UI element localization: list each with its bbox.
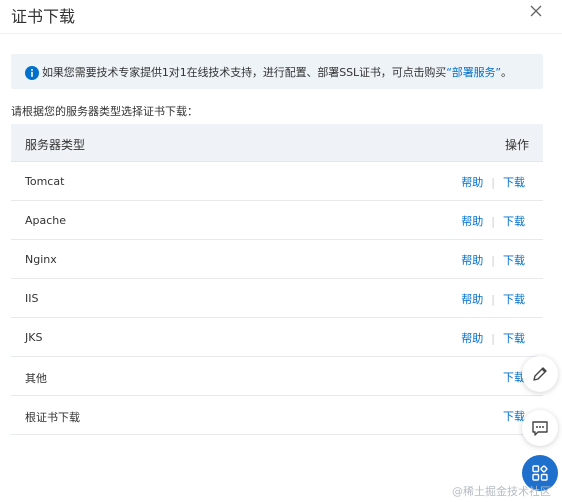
certificate-download-dialog: 证书下载 如果您需要技术专家提供1对1在线技术支持，进行配置、部署SSL证书，可… xyxy=(0,0,562,502)
chat-icon[interactable] xyxy=(522,410,558,446)
header-divider xyxy=(0,33,562,34)
action-separator: | xyxy=(491,254,495,267)
row-actions: 帮助 | 下载 xyxy=(461,252,525,268)
table-row: IIS 帮助 | 下载 xyxy=(11,279,543,318)
info-icon xyxy=(25,65,39,80)
help-link[interactable]: 帮助 xyxy=(461,254,483,267)
server-name: 根证书下载 xyxy=(25,411,80,424)
server-name: Nginx xyxy=(25,253,57,266)
table-row: Tomcat 帮助 | 下载 xyxy=(11,162,543,201)
help-link[interactable]: 帮助 xyxy=(461,293,483,306)
row-actions: 下载 xyxy=(503,408,525,424)
server-name: Tomcat xyxy=(25,175,65,188)
table-row: 其他 下载 xyxy=(11,357,543,396)
deploy-service-link[interactable]: “部署服务” xyxy=(446,66,501,79)
notice-message: 如果您需要技术专家提供1对1在线技术支持，进行配置、部署SSL证书，可点击购买 xyxy=(42,66,447,79)
action-separator: | xyxy=(491,332,495,345)
table-row: Apache 帮助 | 下载 xyxy=(11,201,543,240)
download-link[interactable]: 下载 xyxy=(503,332,525,345)
server-name: Apache xyxy=(25,214,67,227)
download-link[interactable]: 下载 xyxy=(503,293,525,306)
edit-icon[interactable] xyxy=(522,356,558,392)
help-link[interactable]: 帮助 xyxy=(461,332,483,345)
header-server-type: 服务器类型 xyxy=(25,138,86,152)
table-row: Nginx 帮助 | 下载 xyxy=(11,240,543,279)
action-separator: | xyxy=(491,176,495,189)
server-name: 其他 xyxy=(25,372,47,385)
row-actions: 帮助 | 下载 xyxy=(461,330,525,346)
server-type-table: 服务器类型 操作 Tomcat 帮助 | 下载 Apache 帮助 | 下载 Nginx… xyxy=(11,124,543,435)
download-link[interactable]: 下载 xyxy=(503,176,525,189)
notice-banner: 如果您需要技术专家提供1对1在线技术支持，进行配置、部署SSL证书，可点击购买“… xyxy=(11,54,543,89)
server-name: IIS xyxy=(25,292,39,305)
close-icon[interactable] xyxy=(528,3,544,19)
watermark: @稀土掘金技术社区 xyxy=(452,485,551,498)
notice-suffix: 。 xyxy=(501,66,512,79)
dialog-title: 证书下载 xyxy=(11,7,76,26)
table-row: JKS 帮助 | 下载 xyxy=(11,318,543,357)
header-action: 操作 xyxy=(504,138,529,152)
table-row: 根证书下载 下载 xyxy=(11,396,543,435)
dialog-header: 证书下载 xyxy=(0,0,562,30)
notice-text: 如果您需要技术专家提供1对1在线技术支持，进行配置、部署SSL证书，可点击购买“… xyxy=(42,64,512,80)
download-link[interactable]: 下载 xyxy=(503,254,525,267)
row-actions: 帮助 | 下载 xyxy=(461,291,525,307)
action-separator: | xyxy=(491,215,495,228)
download-link[interactable]: 下载 xyxy=(503,410,525,423)
action-separator: | xyxy=(491,293,495,306)
help-link[interactable]: 帮助 xyxy=(461,215,483,228)
table-header: 服务器类型 操作 xyxy=(11,124,543,162)
help-link[interactable]: 帮助 xyxy=(461,176,483,189)
server-name: JKS xyxy=(25,331,43,344)
row-actions: 帮助 | 下载 xyxy=(461,213,525,229)
download-link[interactable]: 下载 xyxy=(503,215,525,228)
select-server-prompt: 请根据您的服务器类型选择证书下载： xyxy=(11,105,198,118)
row-actions: 帮助 | 下载 xyxy=(461,174,525,190)
